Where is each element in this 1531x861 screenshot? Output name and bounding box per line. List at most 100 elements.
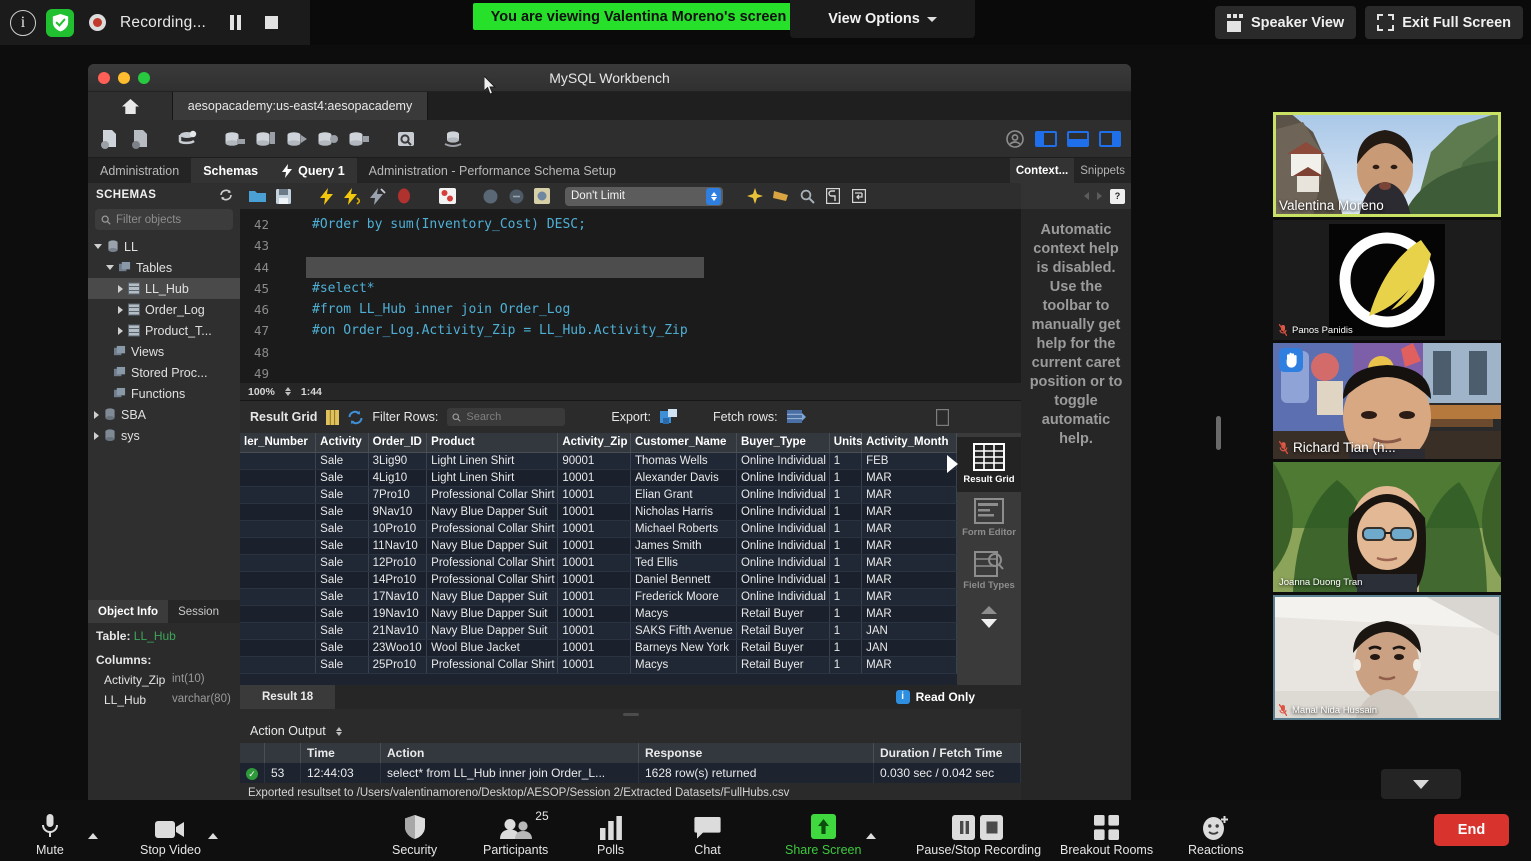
table-cell[interactable]: 1	[829, 486, 863, 504]
table-cell[interactable]: MAR	[861, 469, 957, 487]
reverse-engineer-icon[interactable]	[345, 126, 373, 152]
table-cell[interactable]: 10001	[557, 571, 631, 589]
tab-schemas[interactable]: Schemas	[191, 158, 271, 183]
video-strip-splitter[interactable]	[1216, 416, 1221, 450]
editor-code-area[interactable]: #Order by sum(Inventory_Cost) DESC; #sel…	[278, 210, 1021, 383]
video-tile-joanna-duong-tran[interactable]: Joanna Duong Tran	[1273, 462, 1501, 592]
table-cell[interactable]: Online Individual	[736, 588, 830, 606]
table-cell[interactable]: MAR	[861, 486, 957, 504]
table-cell[interactable]: Sale	[315, 469, 369, 487]
table-row[interactable]: Sale 25Pro10 Professional Collar Shirt 1000…	[240, 656, 957, 674]
table-cell[interactable]: Light Linen Shirt	[426, 469, 559, 487]
share-screen-button[interactable]: Share Screen	[785, 813, 861, 857]
video-strip-scroll-down-button[interactable]	[1381, 769, 1461, 799]
reactions-button[interactable]: Reactions	[1188, 813, 1244, 857]
table-cell[interactable]	[240, 469, 317, 487]
commit-transaction-icon[interactable]	[479, 186, 501, 207]
column-header[interactable]: Customer_Name	[630, 433, 737, 453]
table-cell[interactable]: Wool Blue Jacket	[426, 639, 559, 657]
table-cell[interactable]: Sale	[315, 656, 369, 674]
save-script-icon[interactable]	[174, 126, 202, 152]
table-cell[interactable]: Sale	[315, 503, 369, 521]
table-cell[interactable]: Retail Buyer	[736, 656, 830, 674]
sql-editor[interactable]: 42 43 44 45 46 47 48 49 #Order by sum(In…	[240, 210, 1021, 383]
fetch-rows-icon[interactable]	[786, 409, 806, 425]
table-cell[interactable]: Online Individual	[736, 486, 830, 504]
export-data-icon[interactable]	[283, 126, 311, 152]
security-button[interactable]: Security	[392, 813, 437, 857]
table-cell[interactable]: Online Individual	[736, 554, 830, 572]
video-tile-manal-nida-hussain[interactable]: Manal Nida Hussain	[1273, 595, 1501, 720]
home-tab[interactable]	[88, 92, 173, 120]
table-cell[interactable]: Online Individual	[736, 537, 830, 555]
table-cell[interactable]: MAR	[861, 588, 957, 606]
refresh-icon[interactable]	[220, 189, 232, 201]
table-cell[interactable]: 1	[829, 656, 863, 674]
table-cell[interactable]: Professional Collar Shirt	[426, 486, 559, 504]
table-cell[interactable]	[240, 520, 317, 538]
table-cell[interactable]: 1	[829, 571, 863, 589]
filter-rows-input[interactable]: Search	[447, 408, 566, 426]
table-row[interactable]: Sale 10Pro10 Professional Collar Shirt 1000…	[240, 520, 957, 538]
table-cell[interactable]: Online Individual	[736, 520, 830, 538]
toggle-stop-on-error-icon[interactable]	[436, 186, 458, 207]
table-cell[interactable]: Alexander Davis	[630, 469, 737, 487]
wrap-lines-icon[interactable]	[848, 186, 870, 207]
pause-stop-recording-button[interactable]: Pause/Stop Recording	[916, 813, 1041, 857]
table-cell[interactable]: 1	[829, 622, 863, 640]
tree-item-stored-procedures[interactable]: Stored Proc...	[88, 362, 240, 383]
table-cell[interactable]: Daniel Bennett	[630, 571, 737, 589]
tab-snippets[interactable]: Snippets	[1074, 158, 1131, 183]
table-cell[interactable]	[240, 486, 317, 504]
open-sql-script-icon[interactable]	[127, 126, 155, 152]
table-cell[interactable]: MAR	[861, 520, 957, 538]
table-cell[interactable]: 10001	[557, 537, 631, 555]
table-cell[interactable]: Online Individual	[736, 503, 830, 521]
grid-columns-icon[interactable]	[326, 409, 340, 425]
table-cell[interactable]: Michael Roberts	[630, 520, 737, 538]
table-row[interactable]: Sale 7Pro10 Professional Collar Shirt 10001…	[240, 486, 957, 504]
table-cell[interactable]: MAR	[861, 537, 957, 555]
table-cell[interactable]: Navy Blue Dapper Suit	[426, 605, 559, 623]
table-cell[interactable]: SAKS Fifth Avenue	[630, 622, 737, 640]
table-row[interactable]: Sale 9Nav10 Navy Blue Dapper Suit 10001 Nich…	[240, 503, 957, 521]
table-row[interactable]: Sale 12Pro10 Professional Collar Shirt 1000…	[240, 554, 957, 572]
tab-object-info[interactable]: Object Info	[88, 600, 169, 623]
column-header[interactable]: Product	[426, 433, 559, 453]
column-header[interactable]: Activity	[315, 433, 369, 453]
table-row[interactable]: Sale 4Lig10 Light Linen Shirt 10001 Alexande…	[240, 469, 957, 487]
table-cell[interactable]: 25Pro10	[368, 656, 428, 674]
table-cell[interactable]: FEB	[861, 452, 957, 470]
polls-button[interactable]: Polls	[597, 813, 624, 857]
open-file-icon[interactable]	[246, 186, 268, 207]
tree-item-ll-hub[interactable]: LL_Hub	[88, 278, 240, 299]
table-row[interactable]: Sale 3Lig90 Light Linen Shirt 90001 Thomas W…	[240, 452, 957, 470]
tree-item-functions[interactable]: Functions	[88, 383, 240, 404]
table-cell[interactable]: Sale	[315, 537, 369, 555]
table-row[interactable]: Sale 19Nav10 Navy Blue Dapper Suit 10001 Mac…	[240, 605, 957, 623]
stop-query-icon[interactable]	[393, 186, 415, 207]
column-header[interactable]: ler_Number	[240, 433, 317, 453]
table-cell[interactable]: 10001	[557, 520, 631, 538]
column-header[interactable]: Order_ID	[368, 433, 428, 453]
table-cell[interactable]: Macys	[630, 605, 737, 623]
table-cell[interactable]: 10001	[557, 639, 631, 657]
table-cell[interactable]: 21Nav10	[368, 622, 428, 640]
expand-results-arrow-icon[interactable]	[947, 455, 958, 473]
table-cell[interactable]: 1	[829, 639, 863, 657]
forward-arrow-icon[interactable]	[1097, 192, 1102, 200]
manage-connections-icon[interactable]	[439, 126, 467, 152]
field-types-view-button[interactable]: Field Types	[957, 545, 1021, 598]
video-options-button[interactable]	[208, 833, 218, 839]
table-cell[interactable]: 1	[829, 605, 863, 623]
table-cell[interactable]: 11Nav10	[368, 537, 428, 555]
table-cell[interactable]: 7Pro10	[368, 486, 428, 504]
zoom-stepper-icon[interactable]	[284, 387, 291, 396]
video-tile-panos-panidis[interactable]: Panos Panidis	[1273, 220, 1501, 340]
end-meeting-button[interactable]: End	[1434, 814, 1509, 846]
table-cell[interactable]: 19Nav10	[368, 605, 428, 623]
table-cell[interactable]: Nicholas Harris	[630, 503, 737, 521]
new-sql-tab-icon[interactable]	[96, 126, 124, 152]
tree-item-views[interactable]: Views	[88, 341, 240, 362]
table-cell[interactable]: Sale	[315, 520, 369, 538]
